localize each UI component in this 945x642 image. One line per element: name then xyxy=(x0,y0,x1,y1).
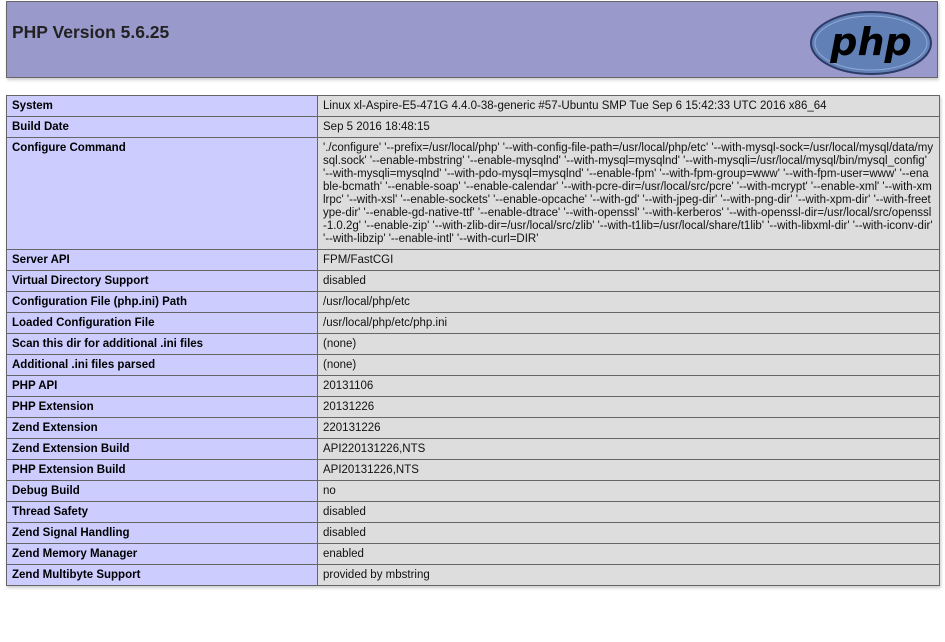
row-value: disabled xyxy=(317,270,940,292)
row-value: FPM/FastCGI xyxy=(317,249,940,271)
row-key: System xyxy=(6,95,318,117)
table-row: Zend Multibyte Support provided by mbstri… xyxy=(6,564,940,586)
table-row: Build Date Sep 5 2016 18:48:15 xyxy=(6,116,940,138)
row-key: Zend Extension xyxy=(6,417,318,439)
row-value: provided by mbstring xyxy=(317,564,940,586)
row-value: /usr/local/php/etc/php.ini xyxy=(317,312,940,334)
row-key: Configure Command xyxy=(6,137,318,250)
table-row: PHP Extension 20131226 xyxy=(6,396,940,418)
php-logo-icon[interactable]: php xyxy=(809,10,933,76)
row-key: Virtual Directory Support xyxy=(6,270,318,292)
php-info-header: PHP Version 5.6.25 php xyxy=(6,1,938,78)
row-value: API20131226,NTS xyxy=(317,459,940,481)
row-value: no xyxy=(317,480,940,502)
row-value: /usr/local/php/etc xyxy=(317,291,940,313)
php-logo-text: php xyxy=(829,20,911,64)
table-row: Zend Extension 220131226 xyxy=(6,417,940,439)
table-row: Loaded Configuration File/usr/local/php/… xyxy=(6,312,940,334)
row-key: Build Date xyxy=(6,116,318,138)
table-row: PHP Extension Build API20131226,NTS xyxy=(6,459,940,481)
table-row: Scan this dir for additional .ini files(… xyxy=(6,333,940,355)
row-value: enabled xyxy=(317,543,940,565)
table-row: PHP API 20131106 xyxy=(6,375,940,397)
table-row: Zend Memory Manager enabled xyxy=(6,543,940,565)
row-key: Scan this dir for additional .ini files xyxy=(6,333,318,355)
row-key: PHP Extension Build xyxy=(6,459,318,481)
row-value: 20131106 xyxy=(317,375,940,397)
table-row: Debug Build no xyxy=(6,480,940,502)
table-row: Zend Extension Build API220131226,NTS xyxy=(6,438,940,460)
row-value: Sep 5 2016 18:48:15 xyxy=(317,116,940,138)
row-key: Loaded Configuration File xyxy=(6,312,318,334)
row-key: Additional .ini files parsed xyxy=(6,354,318,376)
table-row: Virtual Directory Support disabled xyxy=(6,270,940,292)
row-value: API220131226,NTS xyxy=(317,438,940,460)
php-info-table: System Linux xl-Aspire-E5-471G 4.4.0-38-g… xyxy=(6,95,940,586)
table-row: Configuration File (php.ini) Path/usr/lo… xyxy=(6,291,940,313)
row-value: Linux xl-Aspire-E5-471G 4.4.0-38-generic… xyxy=(317,95,940,117)
row-key: PHP API xyxy=(6,375,318,397)
row-key: Zend Multibyte Support xyxy=(6,564,318,586)
row-key: Configuration File (php.ini) Path xyxy=(6,291,318,313)
table-row: System Linux xl-Aspire-E5-471G 4.4.0-38-g… xyxy=(6,95,940,117)
row-key: Zend Signal Handling xyxy=(6,522,318,544)
row-value: disabled xyxy=(317,522,940,544)
table-row: Thread Safety disabled xyxy=(6,501,940,523)
row-key: Thread Safety xyxy=(6,501,318,523)
row-value: 20131226 xyxy=(317,396,940,418)
row-value: (none) xyxy=(317,354,940,376)
table-row: Zend Signal Handling disabled xyxy=(6,522,940,544)
row-value: (none) xyxy=(317,333,940,355)
row-value: './configure' '--prefix=/usr/local/php' … xyxy=(317,137,940,250)
row-key: Debug Build xyxy=(6,480,318,502)
row-key: PHP Extension xyxy=(6,396,318,418)
table-row: Server API FPM/FastCGI xyxy=(6,249,940,271)
row-value: disabled xyxy=(317,501,940,523)
row-key: Zend Extension Build xyxy=(6,438,318,460)
table-row: Additional .ini files parsed (none) xyxy=(6,354,940,376)
row-key: Zend Memory Manager xyxy=(6,543,318,565)
table-row: Configure Command './configure' '--prefix… xyxy=(6,137,940,250)
page-title: PHP Version 5.6.25 xyxy=(12,22,170,42)
row-value: 220131226 xyxy=(317,417,940,439)
row-key: Server API xyxy=(6,249,318,271)
